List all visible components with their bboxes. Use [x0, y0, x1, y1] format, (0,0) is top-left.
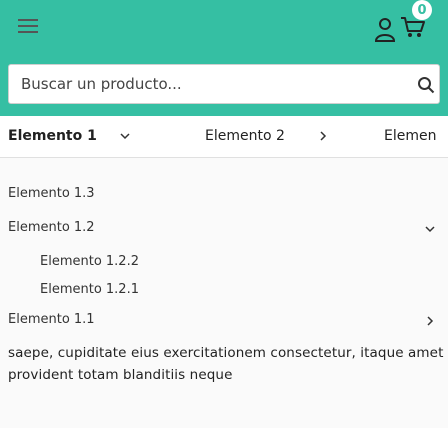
topnav-item-2[interactable]: Elemento 2 — [205, 128, 285, 144]
hamburger-menu-icon[interactable] — [18, 19, 38, 33]
search-input[interactable] — [9, 65, 399, 103]
topnav-item-3[interactable]: Elemen — [384, 128, 436, 144]
top-navigation: Elemento 1 Elemento 2 Elemen — [0, 116, 448, 158]
menu-item-1-1[interactable]: Elemento 1.1 — [8, 312, 95, 327]
menu-item-1-2[interactable]: Elemento 1.2 — [8, 220, 95, 235]
chevron-right-icon[interactable] — [424, 315, 436, 327]
menu-item-1-2-2[interactable]: Elemento 1.2.2 — [40, 254, 139, 269]
search-bar — [8, 64, 440, 104]
site-header: 0 — [0, 0, 448, 116]
menu-item-1-3[interactable]: Elemento 1.3 — [8, 186, 95, 201]
chevron-down-icon[interactable] — [424, 223, 436, 235]
chevron-down-icon[interactable] — [119, 130, 131, 142]
topnav-item-1[interactable]: Elemento 1 — [8, 128, 97, 144]
user-icon[interactable] — [374, 17, 396, 43]
search-icon[interactable] — [417, 76, 435, 94]
cart-count-badge: 0 — [412, 0, 432, 20]
body-paragraph: saepe, cupiditate eius exercitationem co… — [8, 345, 444, 383]
chevron-right-icon[interactable] — [317, 130, 329, 142]
menu-item-1-2-1[interactable]: Elemento 1.2.1 — [40, 282, 139, 297]
